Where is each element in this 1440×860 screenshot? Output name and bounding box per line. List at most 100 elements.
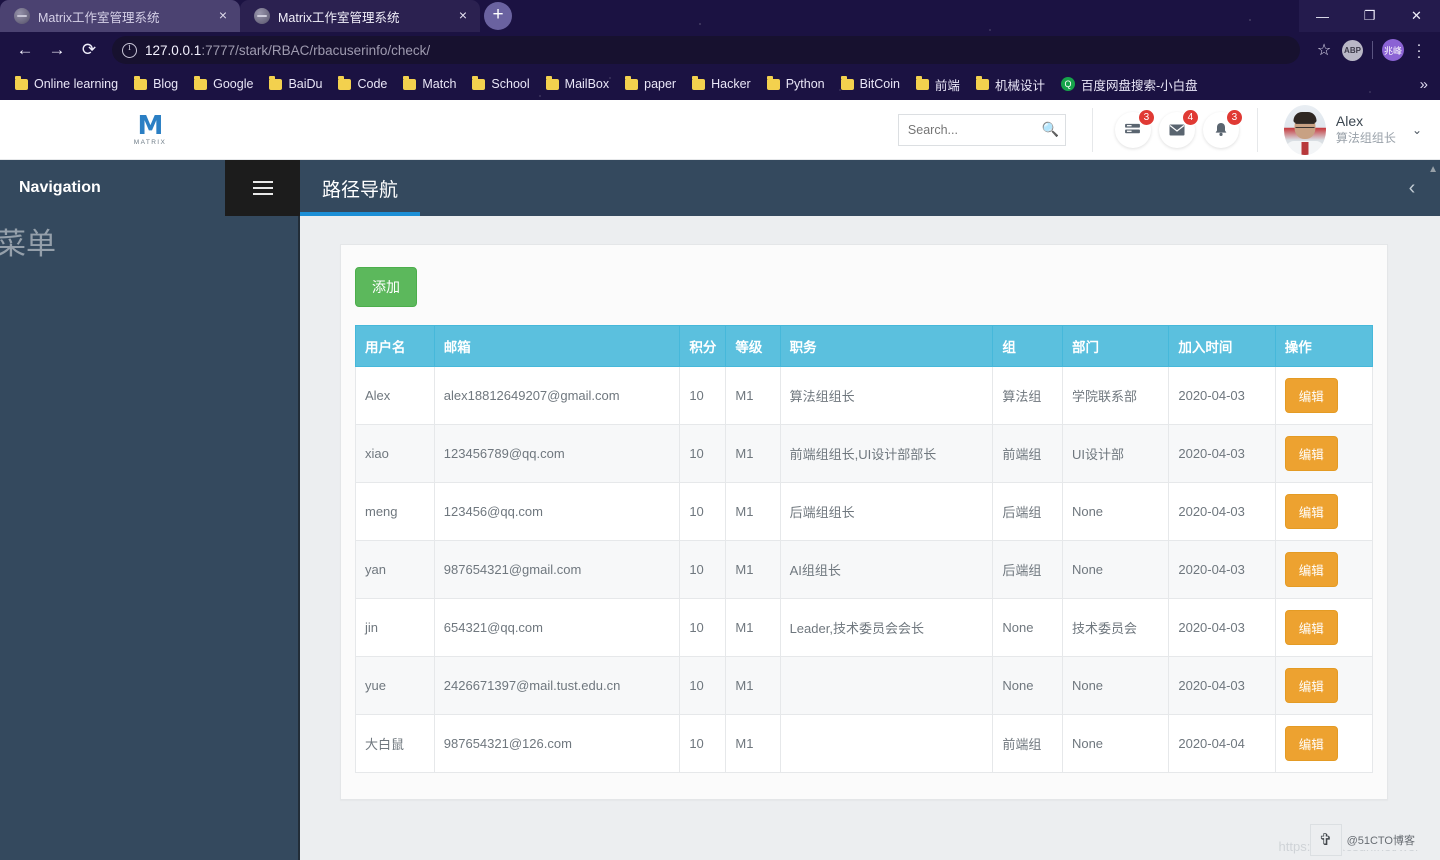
back-icon[interactable]: ← [10, 35, 40, 65]
table-row[interactable]: yue 2426671397@mail.tust.edu.cn 10 M1 No… [355, 656, 1374, 715]
maximize-icon[interactable]: ❐ [1346, 0, 1393, 32]
add-button[interactable]: 添加 [355, 267, 417, 307]
cell-actions: 编辑 [1274, 482, 1374, 541]
browser-profile-avatar[interactable]: 兆峰 [1382, 39, 1404, 61]
edit-button[interactable]: 编辑 [1284, 726, 1338, 761]
bookmark-hacker[interactable]: Hacker [685, 74, 758, 94]
table-row[interactable]: yan 987654321@gmail.com 10 M1 AI组组长 后端组 … [355, 540, 1374, 599]
edit-button[interactable]: 编辑 [1284, 552, 1338, 587]
bookmark-frontend[interactable]: 前端 [909, 72, 967, 97]
bookmark-baidu[interactable]: BaiDu [262, 74, 329, 94]
bookmark-python[interactable]: Python [760, 74, 832, 94]
edit-button[interactable]: 编辑 [1284, 610, 1338, 645]
table-row[interactable]: xiao 123456789@qq.com 10 M1 前端组组长,UI设计部部… [355, 424, 1374, 483]
cell-position: AI组组长 [779, 540, 994, 599]
bell-icon[interactable]: 3 [1202, 108, 1243, 148]
sidebar-menu-title: 菜单 [0, 228, 56, 261]
close-icon[interactable]: × [214, 7, 232, 25]
column-header-group[interactable]: 组 [992, 325, 1063, 367]
table-body: Alex alex18812649207@gmail.com 10 M1 算法组… [355, 366, 1374, 773]
bookmark-paper[interactable]: paper [618, 74, 683, 94]
folder-icon [269, 75, 283, 90]
table-row[interactable]: Alex alex18812649207@gmail.com 10 M1 算法组… [355, 366, 1374, 425]
cell-level: M1 [725, 598, 781, 657]
tasks-glyph [1125, 123, 1141, 134]
edit-button[interactable]: 编辑 [1284, 668, 1338, 703]
browser-tab-1[interactable]: Matrix工作室管理系统 × [0, 0, 240, 32]
bookmark-google[interactable]: Google [187, 74, 260, 94]
edit-button[interactable]: 编辑 [1284, 378, 1338, 413]
bookmark-label: MailBox [564, 77, 610, 91]
cell-username: yue [355, 656, 435, 715]
table-row[interactable]: meng 123456@qq.com 10 M1 后端组组长 后端组 None … [355, 482, 1374, 541]
search-icon[interactable]: 🔍 [1042, 121, 1059, 138]
user-name: Alex [1335, 113, 1364, 130]
bookmark-label: Google [213, 77, 254, 91]
column-header-join-date[interactable]: 加入时间 [1168, 325, 1276, 367]
close-icon[interactable]: × [454, 7, 472, 25]
header-search[interactable]: 🔍 [897, 113, 1066, 146]
bookmarks-overflow-icon[interactable]: » [1420, 76, 1432, 93]
folder-icon [975, 75, 989, 90]
brand-logo[interactable]: M MATRIX [0, 100, 300, 160]
bookmark-match[interactable]: Match [396, 74, 463, 94]
column-header-email[interactable]: 邮箱 [433, 325, 681, 367]
globe-icon [14, 8, 30, 24]
bookmark-baidu-pan-search[interactable]: Q 百度网盘搜索-小白盘 [1054, 72, 1205, 97]
column-header-points[interactable]: 积分 [679, 325, 727, 367]
site-info-icon[interactable] [122, 42, 137, 58]
cell-email: alex18812649207@gmail.com [433, 366, 681, 425]
folder-icon [472, 75, 486, 90]
forward-icon[interactable]: → [42, 35, 72, 65]
bookmark-blog[interactable]: Blog [127, 74, 185, 94]
tab-title: Matrix工作室管理系统 [278, 10, 400, 25]
cell-actions: 编辑 [1274, 366, 1374, 425]
cell-email: 654321@qq.com [433, 598, 681, 657]
toolbar-right: ☆ ABP 兆峰 · · · [1310, 37, 1430, 64]
cell-group: 后端组 [992, 482, 1063, 541]
bookmark-school[interactable]: School [465, 74, 536, 94]
column-header-position[interactable]: 职务 [779, 325, 994, 367]
cell-department: None [1061, 714, 1170, 773]
cell-email: 987654321@126.com [433, 714, 681, 773]
column-header-department[interactable]: 部门 [1061, 325, 1170, 367]
adblock-extension-icon[interactable]: ABP [1342, 39, 1363, 61]
column-header-actions[interactable]: 操作 [1274, 325, 1374, 367]
bookmark-online-learning[interactable]: Online learning [8, 74, 125, 94]
bell-badge: 3 [1225, 108, 1243, 126]
cell-level: M1 [725, 714, 781, 773]
chevron-down-icon[interactable]: ⌄ [1412, 123, 1422, 137]
reload-icon[interactable]: ⟳ [74, 35, 104, 65]
edit-button[interactable]: 编辑 [1284, 494, 1338, 529]
table-row[interactable]: 大白鼠 987654321@126.com 10 M1 前端组 None 202… [355, 714, 1374, 773]
column-header-username[interactable]: 用户名 [355, 325, 435, 367]
minimize-icon[interactable]: — [1299, 0, 1346, 32]
bookmark-bitcoin[interactable]: BitCoin [834, 74, 907, 94]
edit-button[interactable]: 编辑 [1284, 436, 1338, 471]
column-header-level[interactable]: 等级 [725, 325, 781, 367]
bookmark-mailbox[interactable]: MailBox [539, 74, 616, 94]
new-tab-button[interactable]: + [484, 2, 512, 30]
hamburger-icon[interactable] [225, 160, 300, 216]
site-watermark-badge: ✞ @51CTO博客 [1309, 824, 1418, 856]
folder-icon [915, 75, 929, 90]
app-header: M MATRIX 🔍 3 4 3 [0, 100, 1440, 160]
tasks-icon[interactable]: 3 [1114, 108, 1155, 148]
browser-menu-icon[interactable]: · · · [1408, 37, 1430, 64]
bookmark-star-icon[interactable]: ☆ [1310, 40, 1338, 60]
close-window-icon[interactable]: ✕ [1393, 0, 1440, 32]
browser-tab-2[interactable]: Matrix工作室管理系统 × [240, 0, 480, 32]
cell-actions: 编辑 [1274, 598, 1374, 657]
user-menu[interactable]: Alex 算法组组长 ⌄ [1256, 104, 1440, 155]
tab-strip: Matrix工作室管理系统 × Matrix工作室管理系统 × + — ❐ ✕ [0, 0, 1440, 32]
bookmark-mechanical-design[interactable]: 机械设计 [969, 72, 1052, 97]
breadcrumb[interactable]: 路径导航 [300, 160, 421, 216]
address-bar[interactable]: 127.0.0.1:7777/stark/RBAC/rbacuserinfo/c… [112, 36, 1300, 64]
bookmark-label: Match [422, 77, 457, 91]
scroll-up-icon[interactable]: ▲ [1428, 164, 1438, 175]
envelope-icon[interactable]: 4 [1158, 108, 1199, 148]
cell-username: xiao [355, 424, 435, 483]
table-row[interactable]: jin 654321@qq.com 10 M1 Leader,技术委员会会长 N… [355, 598, 1374, 657]
search-input[interactable] [907, 122, 1036, 137]
bookmark-code[interactable]: Code [331, 74, 394, 94]
